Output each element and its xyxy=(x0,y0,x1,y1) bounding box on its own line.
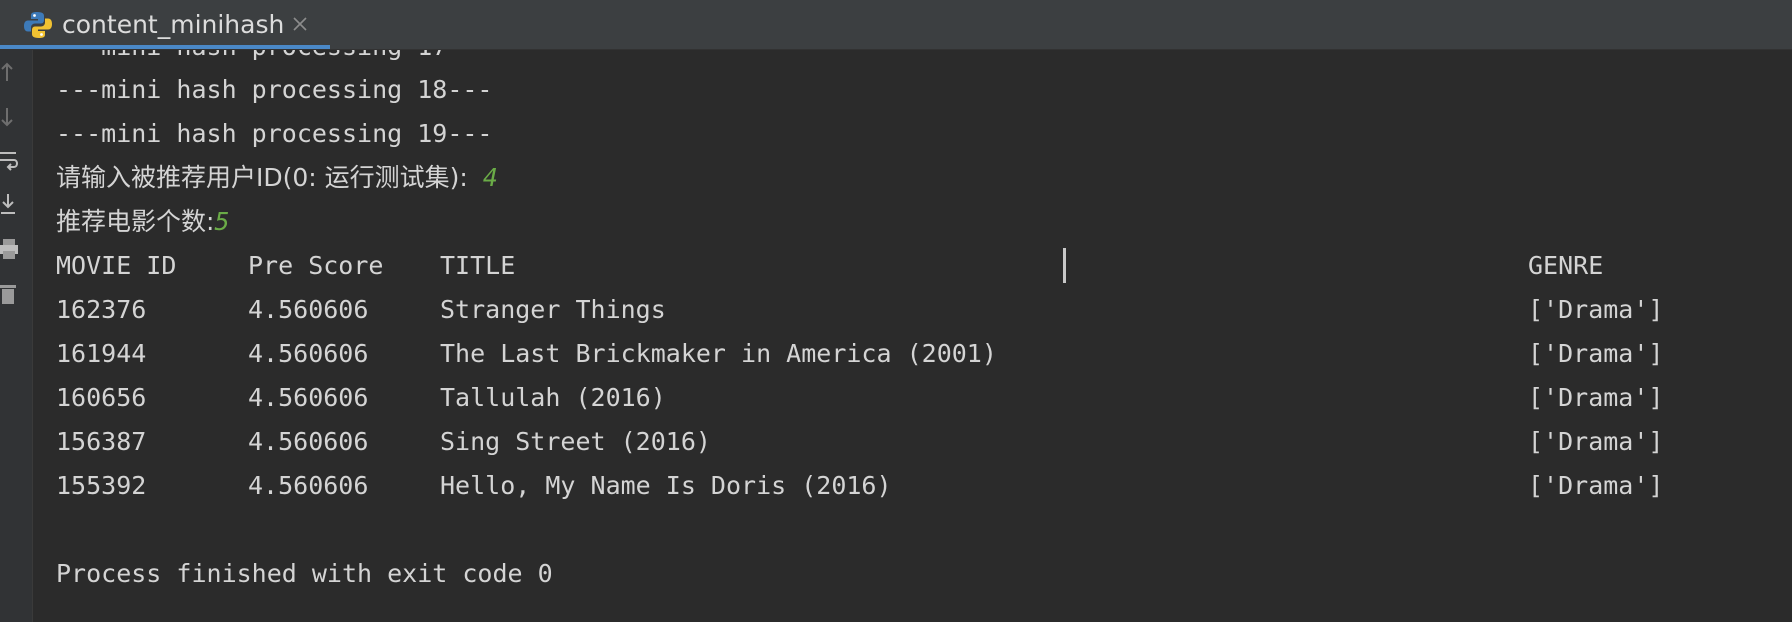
text-caret xyxy=(1063,248,1066,283)
score-cell: 4.560606 xyxy=(248,339,369,368)
tab-title: content_minihash xyxy=(62,10,285,39)
genre-cell: ['Drama'] xyxy=(1528,427,1664,456)
print-icon[interactable] xyxy=(0,237,22,261)
genre-cell: ['Drama'] xyxy=(1528,295,1664,324)
column-header-title: TITLE xyxy=(440,251,516,280)
console-line: ---mini hash processing 19--- xyxy=(56,119,493,148)
title-cell: Hello, My Name Is Doris (2016) xyxy=(440,471,892,500)
movie-id-cell: 160656 xyxy=(56,383,147,412)
genre-cell: ['Drama'] xyxy=(1528,339,1664,368)
console-line: ---mini hash processing 18--- xyxy=(56,75,493,104)
movie-id-cell: 156387 xyxy=(56,427,147,456)
title-cell: Sing Street (2016) xyxy=(440,427,711,456)
column-header-movie-id: MOVIE ID xyxy=(56,251,177,280)
movie-id-cell: 162376 xyxy=(56,295,147,324)
editor-tab-bar: content_minihash xyxy=(0,0,1792,50)
user-id-prompt: 请输入被推荐用户ID(0: 运行测试集): 4 xyxy=(56,156,498,200)
arrow-down-icon[interactable] xyxy=(0,105,22,129)
movie-id-cell: 155392 xyxy=(56,471,147,500)
genre-cell: ['Drama'] xyxy=(1528,471,1664,500)
score-cell: 4.560606 xyxy=(248,427,369,456)
title-cell: Tallulah (2016) xyxy=(440,383,666,412)
trash-icon[interactable] xyxy=(0,282,22,306)
active-tab-indicator xyxy=(0,45,330,49)
soft-wrap-icon[interactable] xyxy=(0,148,22,172)
run-console-output[interactable]: ---mini hash processing 17--- ---mini ha… xyxy=(33,50,1792,622)
user-input-value: 5 xyxy=(214,207,230,236)
title-cell: The Last Brickmaker in America (2001) xyxy=(440,339,997,368)
column-header-genre: GENRE xyxy=(1528,251,1604,280)
prompt-label: 请输入被推荐用户ID(0: 运行测试集): xyxy=(56,163,468,192)
python-icon xyxy=(24,12,52,38)
prompt-label: 推荐电影个数: xyxy=(56,207,215,236)
console-toolbar xyxy=(0,50,33,622)
user-input-value: 4 xyxy=(482,163,498,192)
score-cell: 4.560606 xyxy=(248,471,369,500)
console-line: ---mini hash processing 17--- xyxy=(56,50,493,69)
movie-count-prompt: 推荐电影个数:5 xyxy=(56,200,230,244)
title-cell: Stranger Things xyxy=(440,295,666,324)
genre-cell: ['Drama'] xyxy=(1528,383,1664,412)
score-cell: 4.560606 xyxy=(248,295,369,324)
close-icon[interactable] xyxy=(290,14,310,34)
arrow-up-icon[interactable] xyxy=(0,60,22,84)
movie-id-cell: 161944 xyxy=(56,339,147,368)
exit-message: Process finished with exit code 0 xyxy=(56,559,553,588)
column-header-pre-score: Pre Score xyxy=(248,251,384,280)
scroll-to-end-icon[interactable] xyxy=(0,192,22,216)
tab-content-minihash[interactable]: content_minihash xyxy=(0,0,330,50)
score-cell: 4.560606 xyxy=(248,383,369,412)
